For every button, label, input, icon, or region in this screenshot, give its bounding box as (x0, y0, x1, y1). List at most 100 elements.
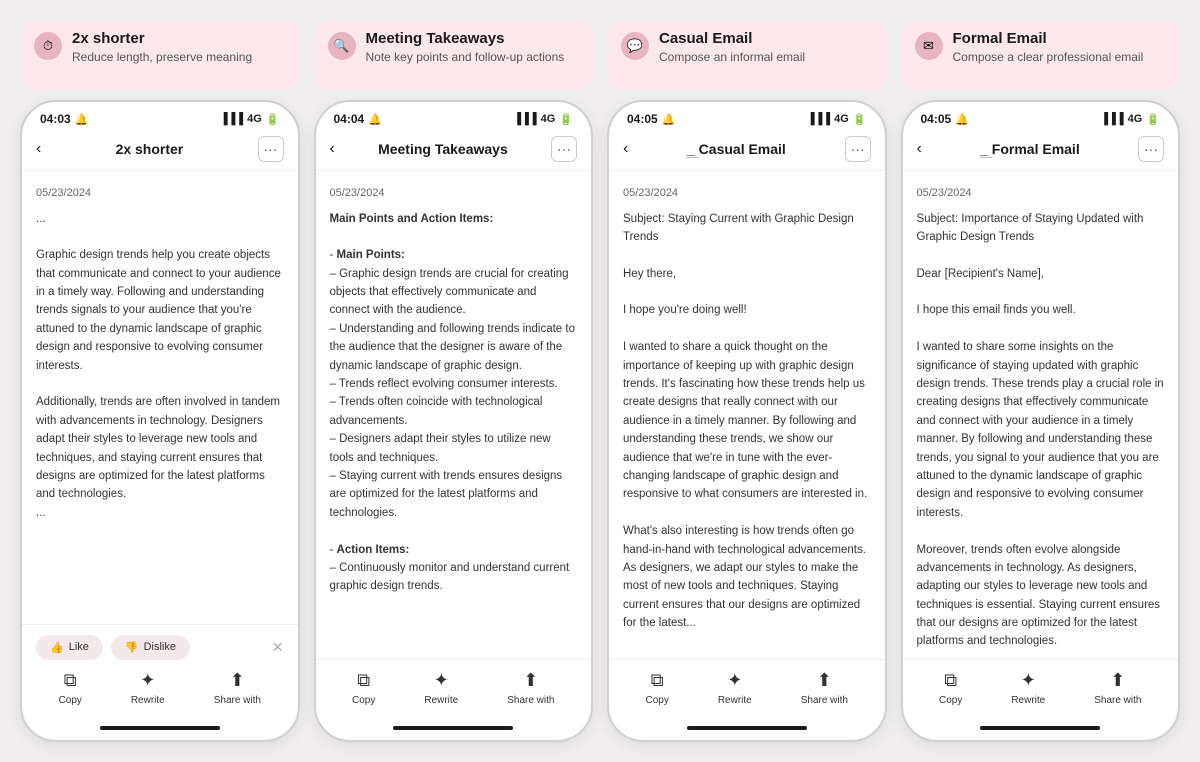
main-container: ⏱ 2x shorter Reduce length, preserve meani… (20, 20, 1180, 742)
notification-bell-icon: 🔔 (368, 113, 382, 126)
share-button-label: Share with (507, 695, 554, 706)
status-time: 04:05 (921, 112, 952, 126)
rewrite-button-label: Rewrite (718, 695, 752, 706)
rewrite-button-icon: ✦ (140, 670, 155, 691)
badge-subtitle-casual: Compose an informal email (659, 50, 805, 66)
status-right: ▐▐▐4G🔋 (220, 113, 280, 126)
signal-icon: ▐▐▐ (1100, 113, 1123, 125)
phone-footer-meeting: ⧉Copy ✦Rewrite ⬆ Share with (316, 659, 592, 720)
nav-title: _ Formal Email (922, 141, 1138, 157)
badge-shorter: ⏱ 2x shorter Reduce length, preserve meani… (20, 20, 300, 90)
phone-shorter: 04:03🔔▐▐▐4G🔋‹2x shorter···05/23/2024...G… (20, 100, 300, 742)
copy-button[interactable]: ⧉Copy (352, 670, 375, 706)
badge-formal: ✉ Formal EmailCompose a clear professiona… (901, 20, 1181, 90)
badge-casual: 💬 Casual Email Compose an informal email (607, 20, 887, 90)
copy-button-icon: ⧉ (357, 670, 370, 691)
like-button[interactable]: 👍 Like (36, 635, 103, 660)
feedback-close-button[interactable]: ✕ (272, 639, 284, 656)
network-label: 4G (834, 113, 849, 125)
battery-icon: 🔋 (853, 113, 867, 126)
copy-button[interactable]: ⧉ Copy (58, 670, 81, 706)
phone-footer-shorter: 👍 Like 👎 Dislike ✕ ⧉ Copy ✦Rewrite ⬆Share with (22, 624, 298, 720)
column-casual: 💬 Casual Email Compose an informal email 04… (607, 20, 887, 742)
rewrite-button[interactable]: ✦Rewrite (718, 670, 752, 706)
badge-icon-shorter: ⏱ (34, 32, 62, 60)
action-row: ⧉Copy ✦Rewrite ⬆ Share with (324, 670, 584, 706)
copy-button-icon: ⧉ (651, 670, 664, 691)
content-date: 05/23/2024 (330, 185, 578, 202)
action-row: ⧉ Copy ✦ Rewrite ⬆Share with (911, 670, 1171, 706)
content-date: 05/23/2024 (917, 185, 1165, 202)
share-button-label: Share with (801, 695, 848, 706)
more-options-button[interactable]: ··· (1138, 136, 1164, 162)
signal-icon: ▐▐▐ (513, 113, 536, 125)
share-button-icon: ⬆ (817, 670, 832, 691)
phone-footer-casual: ⧉ Copy ✦Rewrite ⬆ Share with (609, 659, 885, 720)
copy-button-label: Copy (58, 695, 81, 706)
content-body: Subject: Staying Current with Graphic De… (623, 210, 871, 633)
action-row: ⧉ Copy ✦Rewrite ⬆Share with (30, 670, 290, 706)
badge-title-meeting: Meeting Takeaways (366, 30, 565, 47)
rewrite-button[interactable]: ✦Rewrite (131, 670, 165, 706)
network-label: 4G (247, 113, 262, 125)
nav-title: 2x shorter (41, 141, 257, 157)
status-bar-shorter: 04:03🔔▐▐▐4G🔋 (22, 102, 298, 130)
badge-text-shorter: 2x shorter Reduce length, preserve meanin… (72, 30, 252, 66)
phone-meeting: 04:04🔔▐▐▐4G🔋‹Meeting Takeaways···05/23/2… (314, 100, 594, 742)
status-right: ▐▐▐4G🔋 (1100, 113, 1160, 126)
copy-button-icon: ⧉ (944, 670, 957, 691)
share-button[interactable]: ⬆Share with (1094, 670, 1141, 706)
copy-button-label: Copy (939, 695, 962, 706)
badge-title-shorter: 2x shorter (72, 30, 252, 47)
content-body: Subject: Importance of Staying Updated w… (917, 210, 1165, 651)
badge-icon-formal: ✉ (915, 32, 943, 60)
copy-button[interactable]: ⧉ Copy (645, 670, 668, 706)
dislike-button[interactable]: 👎 Dislike (111, 635, 190, 660)
status-bar-meeting: 04:04🔔▐▐▐4G🔋 (316, 102, 592, 130)
share-button[interactable]: ⬆ Share with (801, 670, 848, 706)
share-button-icon: ⬆ (230, 670, 245, 691)
action-row: ⧉ Copy ✦Rewrite ⬆ Share with (617, 670, 877, 706)
phone-footer-formal: ⧉ Copy ✦ Rewrite ⬆Share with (903, 659, 1179, 720)
rewrite-button[interactable]: ✦ Rewrite (1011, 670, 1045, 706)
phone-content-shorter: 05/23/2024 ...Graphic design trends help … (22, 171, 298, 616)
more-options-button[interactable]: ··· (258, 136, 284, 162)
share-button-label: Share with (1094, 695, 1141, 706)
rewrite-button-icon: ✦ (1021, 670, 1036, 691)
copy-button-label: Copy (645, 695, 668, 706)
rewrite-button[interactable]: ✦Rewrite (424, 670, 458, 706)
badge-text-formal: Formal EmailCompose a clear professional… (953, 30, 1144, 66)
feedback-row: 👍 Like 👎 Dislike ✕ (30, 635, 290, 660)
content-body: ...Graphic design trends help you create… (36, 210, 284, 523)
phone-formal: 04:05🔔▐▐▐4G🔋‹_ Formal Email···05/23/2024… (901, 100, 1181, 742)
badge-subtitle-meeting: Note key points and follow-up actions (366, 50, 565, 66)
status-right: ▐▐▐4G🔋 (807, 113, 867, 126)
badge-text-meeting: Meeting Takeaways Note key points and fol… (366, 30, 565, 66)
status-bar-formal: 04:05🔔 ▐▐▐4G🔋 (903, 102, 1179, 130)
home-indicator (687, 726, 807, 730)
phone-nav-formal: ‹_ Formal Email··· (903, 130, 1179, 171)
copy-button-icon: ⧉ (64, 670, 77, 691)
more-options-button[interactable]: ··· (845, 136, 871, 162)
badge-icon-casual: 💬 (621, 32, 649, 60)
signal-icon: ▐▐▐ (220, 113, 243, 125)
status-right: ▐▐▐4G🔋 (513, 113, 573, 126)
notification-bell-icon: 🔔 (955, 113, 969, 126)
phone-content-formal: 05/23/2024 Subject: Importance of Staying… (903, 171, 1179, 651)
share-button[interactable]: ⬆ Share with (507, 670, 554, 706)
status-time: 04:03 (40, 112, 71, 126)
rewrite-button-label: Rewrite (424, 695, 458, 706)
more-options-button[interactable]: ··· (551, 136, 577, 162)
battery-icon: 🔋 (559, 113, 573, 126)
status-time: 04:05 (627, 112, 658, 126)
badge-subtitle-shorter: Reduce length, preserve meaning (72, 50, 252, 66)
rewrite-button-label: Rewrite (1011, 695, 1045, 706)
badge-text-casual: Casual Email Compose an informal email (659, 30, 805, 66)
notification-bell-icon: 🔔 (75, 113, 89, 126)
share-button-icon: ⬆ (523, 670, 538, 691)
content-date: 05/23/2024 (623, 185, 871, 202)
content-date: 05/23/2024 (36, 185, 284, 202)
copy-button[interactable]: ⧉ Copy (939, 670, 962, 706)
badge-title-casual: Casual Email (659, 30, 805, 47)
share-button[interactable]: ⬆Share with (214, 670, 261, 706)
